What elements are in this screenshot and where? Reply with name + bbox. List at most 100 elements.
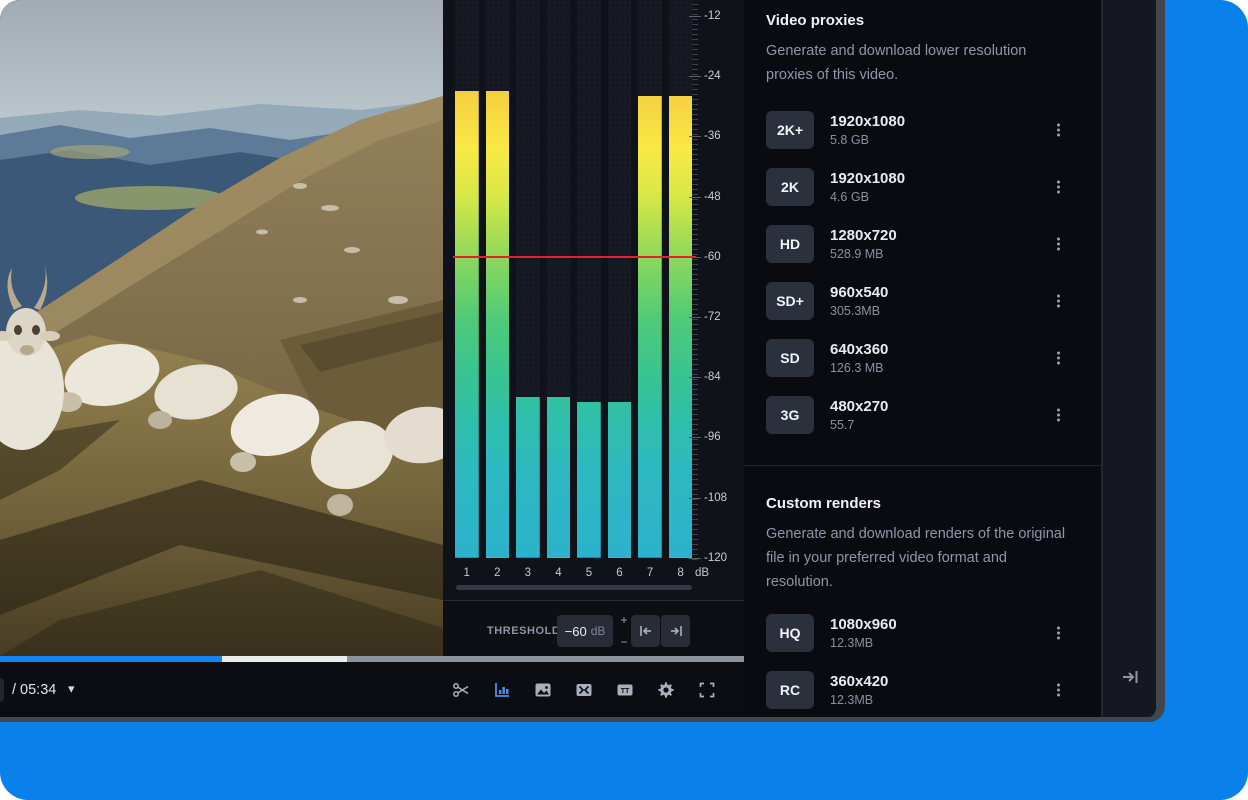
proxy-row[interactable]: 2K+1920x10805.8 GB	[766, 111, 1079, 149]
channel-number: 4	[546, 567, 570, 579]
row-meta: 1280x720528.9 MB	[830, 227, 897, 261]
render-row[interactable]: HQ 1080x960 12.3MB	[766, 614, 1079, 652]
audio-levels-icon	[493, 681, 511, 699]
render-row[interactable]: RC360x42012.3MB	[766, 671, 1079, 709]
skip-to-end-icon	[1121, 669, 1139, 685]
threshold-bar: THRESHOLD −60 dB + −	[443, 600, 744, 662]
section-divider	[744, 465, 1101, 466]
channel-number: 6	[608, 567, 632, 579]
fullscreen-icon	[698, 681, 716, 699]
quality-badge: SD	[766, 339, 814, 377]
meter-level-bar	[547, 397, 571, 558]
collapse-view-button[interactable]	[575, 681, 593, 699]
db-tick-label: -120	[704, 552, 740, 564]
meter-scrollbar[interactable]	[456, 585, 692, 590]
db-tick-label: -48	[704, 191, 740, 203]
chevron-down-icon[interactable]: ▾	[68, 681, 75, 697]
page: dB 12345678-12-24-36-48-60-72-84-96-108-…	[0, 0, 1248, 800]
major-tick	[689, 558, 701, 559]
renders-title: Custom renders	[766, 495, 1079, 512]
row-meta: 960x540 305.3MB	[830, 284, 888, 318]
player-control-bar: / 05:34 ▾	[0, 662, 744, 718]
db-tick-label: -36	[704, 130, 740, 142]
threshold-label: THRESHOLD	[487, 625, 560, 637]
db-tick-label: -12	[704, 10, 740, 22]
file-size-label: 126.3 MB	[830, 361, 888, 375]
captions-icon: TT	[616, 681, 634, 699]
proxy-row[interactable]: HD1280x720528.9 MB	[766, 225, 1079, 263]
meter-channel-slot	[455, 0, 479, 558]
kebab-menu-icon[interactable]	[1053, 124, 1063, 137]
thumbnail-button[interactable]	[534, 681, 552, 699]
major-tick	[689, 16, 701, 17]
proxies-description: Generate and download lower resolution p…	[766, 39, 1058, 87]
meter-channel-slot	[516, 0, 540, 558]
kebab-menu-icon[interactable]	[1053, 181, 1063, 194]
file-size-label: 5.8 GB	[830, 133, 905, 147]
threshold-value: −60	[565, 624, 587, 639]
file-size-label: 528.9 MB	[830, 247, 897, 261]
proxy-list: 2K+1920x10805.8 GB2K1920x10804.6 GBHD128…	[766, 111, 1079, 434]
row-meta: 1080x960 12.3MB	[830, 616, 897, 650]
file-size-label: 55.7	[830, 418, 888, 432]
meter-level-bar	[455, 91, 479, 558]
threshold-line	[453, 256, 696, 258]
file-size-label: 305.3MB	[830, 304, 888, 318]
meter-level-bar	[516, 397, 540, 558]
threshold-input[interactable]: −60 dB	[557, 615, 613, 647]
kebab-menu-icon[interactable]	[1053, 295, 1063, 308]
right-rail	[1103, 0, 1156, 722]
channel-number: 5	[577, 567, 601, 579]
kebab-menu-icon[interactable]	[1053, 238, 1063, 251]
threshold-decrement-button[interactable]: −	[617, 635, 631, 649]
channel-number: 7	[638, 567, 662, 579]
file-size-label: 4.6 GB	[830, 190, 905, 204]
current-time-fragment	[0, 678, 4, 702]
resolution-label: 1920x1080	[830, 113, 905, 130]
row-meta: 640x360126.3 MB	[830, 341, 888, 375]
proxy-row[interactable]: SD+960x540305.3MB	[766, 282, 1079, 320]
skip-to-start-button[interactable]	[631, 615, 660, 647]
resolution-label: 960x540	[830, 284, 888, 301]
captions-button[interactable]: TT	[616, 681, 634, 699]
threshold-increment-button[interactable]: +	[617, 613, 631, 627]
db-tick-label: -60	[704, 251, 740, 263]
major-tick	[689, 498, 701, 499]
proxy-row[interactable]: 3G480x27055.7	[766, 396, 1079, 434]
duration-label: / 05:34	[12, 682, 56, 698]
image-icon	[534, 681, 552, 699]
kebab-menu-icon[interactable]	[1053, 352, 1063, 365]
meter-level-bar	[608, 402, 632, 558]
db-ruler-ticks	[692, 4, 698, 560]
settings-button[interactable]	[657, 681, 675, 699]
resolution-label: 480x270	[830, 398, 888, 415]
meter-level-bar	[577, 402, 601, 558]
video-frame-illustration	[0, 0, 443, 656]
kebab-menu-icon[interactable]	[1053, 684, 1063, 697]
proxy-row[interactable]: SD 640x360126.3 MB	[766, 339, 1079, 377]
video-preview[interactable]	[0, 0, 443, 656]
kebab-menu-icon[interactable]	[1053, 409, 1063, 422]
render-list: HQ 1080x960 12.3MB RC360x42012.3MB	[766, 614, 1079, 709]
audio-levels-button[interactable]	[493, 681, 511, 699]
kebab-menu-icon[interactable]	[1053, 627, 1063, 640]
collapse-panel-button[interactable]	[1120, 668, 1140, 688]
row-meta: 1920x10804.6 GB	[830, 170, 905, 204]
quality-badge: HQ	[766, 614, 814, 652]
audio-meter-panel: dB 12345678-12-24-36-48-60-72-84-96-108-…	[443, 0, 744, 662]
file-size-label: 12.3MB	[830, 636, 897, 650]
row-meta: 360x42012.3MB	[830, 673, 888, 707]
trim-button[interactable]	[452, 681, 470, 699]
major-tick	[689, 317, 701, 318]
db-tick-label: -108	[704, 492, 740, 504]
renders-section: Custom renders Generate and download ren…	[766, 495, 1079, 709]
skip-to-end-button[interactable]	[661, 615, 690, 647]
resolution-label: 1080x960	[830, 616, 897, 633]
major-tick	[689, 76, 701, 77]
fullscreen-button[interactable]	[698, 681, 716, 699]
channel-number: 2	[485, 567, 509, 579]
proxy-row[interactable]: 2K1920x10804.6 GB	[766, 168, 1079, 206]
meter-channel-slot	[669, 0, 693, 558]
downloads-panel: Video proxies Generate and download lowe…	[744, 0, 1101, 722]
major-tick	[689, 377, 701, 378]
